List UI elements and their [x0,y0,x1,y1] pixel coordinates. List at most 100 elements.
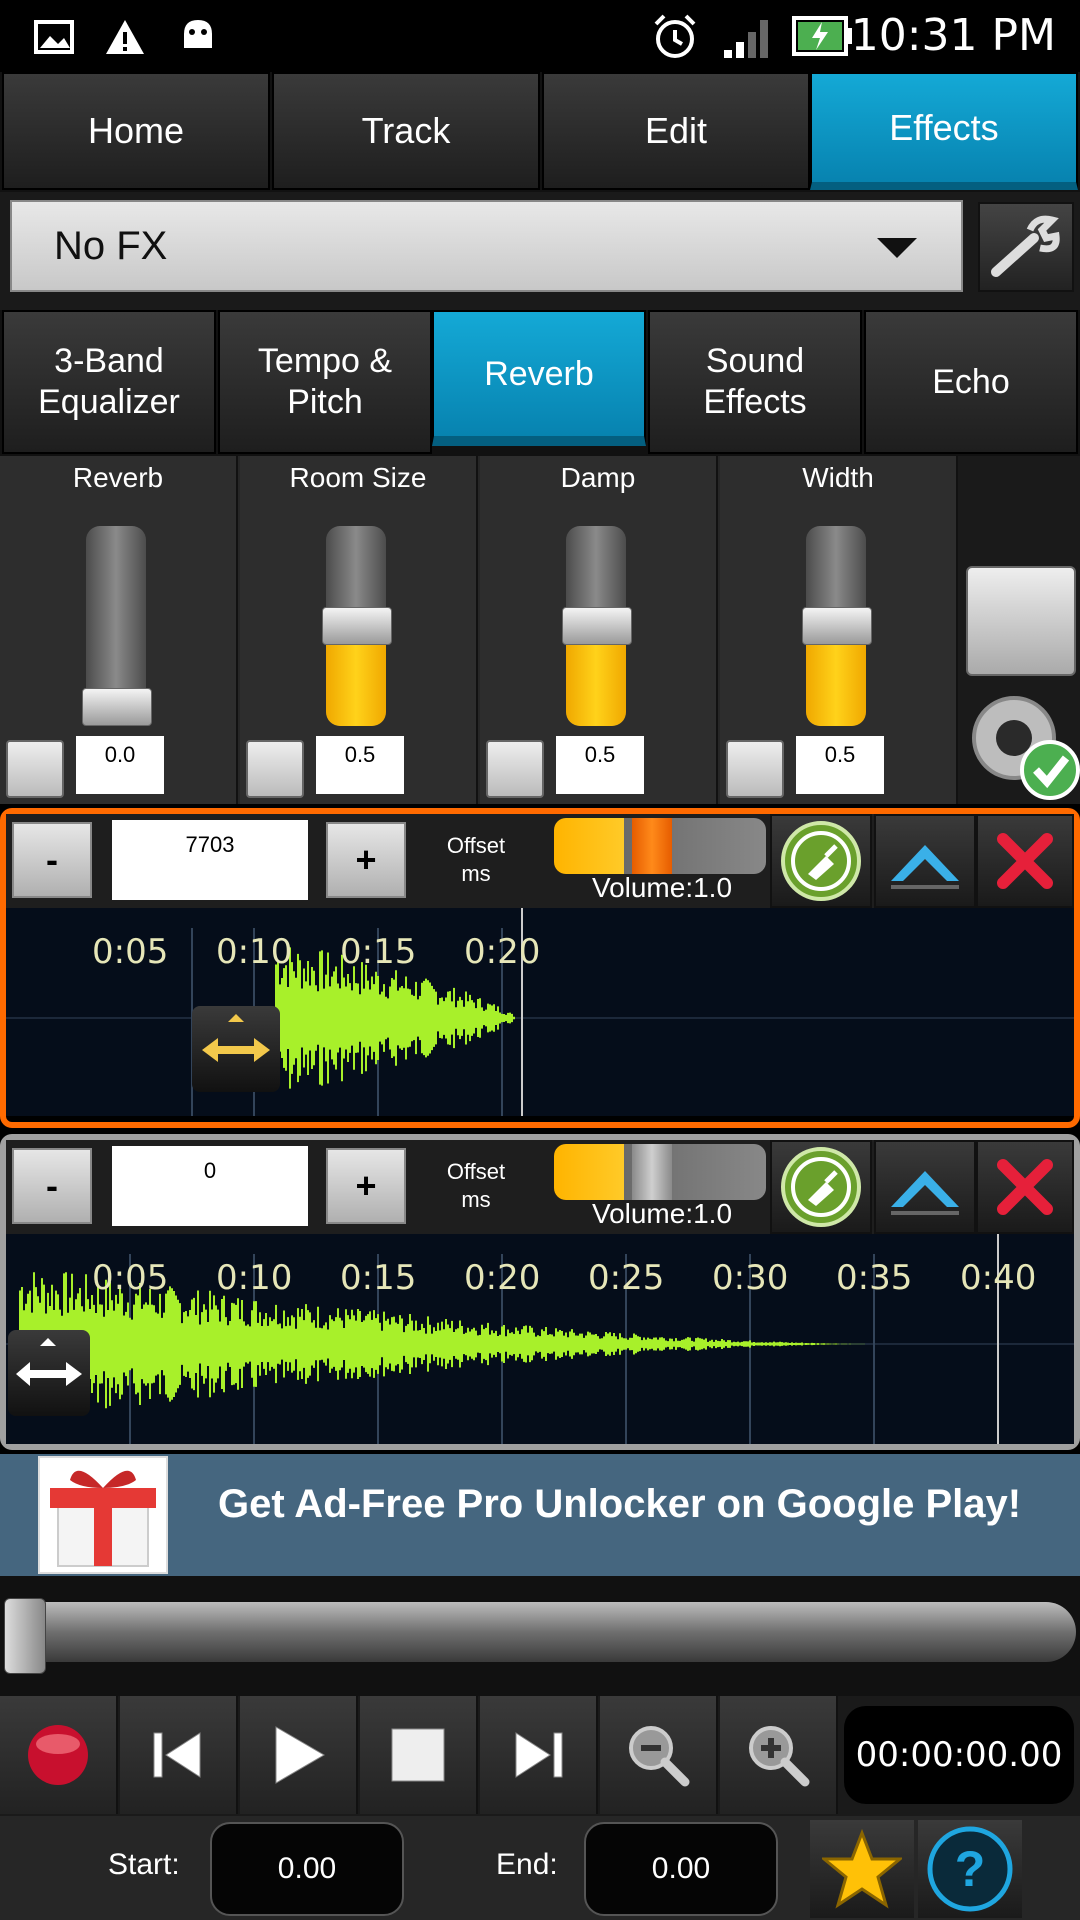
audio-track-2[interactable]: - 0 + Offset ms Volume:1.0 0:05 0:10 0:15… [0,1134,1080,1450]
volume-slider[interactable] [554,1144,766,1200]
delete-track-button[interactable] [976,1140,1074,1234]
slider-column-damp: Damp 0.5 [480,456,718,804]
tab-3-band-equalizer[interactable]: 3-Band Equalizer [2,310,216,454]
offset-decrease-button[interactable]: - [12,1148,92,1224]
offset-label: Offset ms [426,832,526,888]
width-value-field[interactable]: 0.5 [796,736,884,794]
fx-dropdown[interactable]: No FX [10,200,963,292]
end-label: End: [496,1848,558,1881]
wrench-icon [991,215,1060,277]
zoom-out-button[interactable] [600,1696,718,1814]
battery-charging-icon [792,16,852,56]
fx-selector-bar: No FX [0,192,1080,310]
volume-label: Volume:1.0 [591,1198,733,1229]
track-controls: - 0 + Offset ms Volume:1.0 [6,1140,1074,1234]
tab-label-line1: Sound [705,342,805,380]
zoom-in-button[interactable] [720,1696,838,1814]
slider-label: Width [802,462,874,493]
tab-label-line1: 3-Band [54,342,164,380]
reverb-value-field[interactable]: 0.0 [76,736,164,794]
timeline-tick: 0:20 [464,1258,541,1298]
skip-to-end-button[interactable] [480,1696,598,1814]
offset-increase-button[interactable]: + [326,822,406,898]
warning-icon [106,20,144,54]
collapse-track-button[interactable] [874,814,976,908]
timeline-tick: 0:20 [464,932,541,972]
offset-label-line2: ms [461,861,491,886]
svg-text:?: ? [955,1841,986,1897]
slider-thumb[interactable] [82,688,152,726]
fx-settings-button[interactable] [978,202,1074,292]
tab-reverb[interactable]: Reverb [432,310,646,446]
slider-thumb[interactable] [322,607,392,645]
offset-increase-button[interactable]: + [326,1148,406,1224]
audio-track-1[interactable]: - 7703 + Offset ms Volume:1.0 0:05 0:10 0… [0,808,1080,1128]
broom-icon [781,1147,861,1227]
tab-track[interactable]: Track [272,72,540,190]
favorite-button[interactable] [810,1820,914,1918]
end-time-field[interactable]: 0.00 [584,1822,778,1916]
timeline-tick: 0:05 [92,932,169,972]
offset-input[interactable]: 0 [112,1146,308,1226]
clean-track-button[interactable] [770,1140,872,1234]
waveform-view[interactable]: 0:05 0:10 0:15 0:20 [6,908,1074,1116]
reverb-checkbox[interactable] [6,740,64,798]
zoom-in-icon [749,1726,810,1787]
chevron-up-icon [891,1171,959,1215]
delete-track-button[interactable] [976,814,1074,908]
slider-thumb[interactable] [802,607,872,645]
room-size-checkbox[interactable] [246,740,304,798]
help-button[interactable]: ? [918,1820,1022,1918]
tab-sound-effects[interactable]: Sound Effects [648,310,862,454]
tab-label-line1: Echo [932,362,1010,401]
record-button[interactable] [0,1696,118,1814]
damp-checkbox[interactable] [486,740,544,798]
waveform-view[interactable]: 0:05 0:10 0:15 0:20 0:25 0:30 0:35 0:40 [6,1234,1074,1444]
tab-effects[interactable]: Effects [810,72,1078,190]
volume-slider-thumb[interactable] [632,1144,672,1200]
stop-icon [391,1728,445,1782]
tab-echo[interactable]: Echo [864,310,1078,454]
clock: 10:31 PM [850,10,1056,61]
stop-button[interactable] [360,1696,478,1814]
volume-label: Volume:1.0 [591,872,733,903]
volume-slider-thumb[interactable] [632,818,672,874]
close-icon [997,1159,1053,1215]
slider-thumb[interactable] [562,607,632,645]
timeline-tick: 0:15 [340,932,417,972]
move-track-handle[interactable] [8,1330,90,1416]
ad-banner[interactable]: Get Ad-Free Pro Unlocker on Google Play! [0,1454,1080,1576]
offset-label-line2: ms [461,1187,491,1212]
offset-decrease-button[interactable]: - [12,822,92,898]
clean-track-button[interactable] [770,814,872,908]
tab-label-line1: Reverb [484,354,594,393]
horizontal-arrows-icon [16,1338,82,1386]
fx-dropdown-value: No FX [54,223,168,268]
collapse-track-button[interactable] [874,1140,976,1234]
tab-edit[interactable]: Edit [542,72,810,190]
skip-back-icon [153,1732,201,1778]
tab-home[interactable]: Home [2,72,270,190]
alarm-icon [654,14,696,58]
width-checkbox[interactable] [726,740,784,798]
enable-effect-checkbox[interactable] [966,566,1076,676]
timeline-tick: 0:25 [588,1258,665,1298]
offset-input[interactable]: 7703 [112,820,308,900]
main-tab-bar: Home Track Edit Effects [0,72,1080,192]
apply-effect-gear-icon[interactable] [962,686,1080,802]
move-track-handle[interactable] [192,1006,280,1092]
room-size-value-field[interactable]: 0.5 [316,736,404,794]
play-button[interactable] [240,1696,358,1814]
volume-slider[interactable] [554,818,766,874]
start-label: Start: [108,1848,180,1881]
seek-bar[interactable] [6,1602,1076,1662]
timeline-tick: 0:10 [216,1258,293,1298]
tab-tempo-pitch[interactable]: Tempo & Pitch [218,310,432,454]
skip-to-start-button[interactable] [120,1696,238,1814]
gift-icon [38,1456,168,1574]
damp-value-field[interactable]: 0.5 [556,736,644,794]
help-icon: ? [927,1826,1013,1912]
playback-time: 00:00:00.00 [844,1706,1074,1804]
start-time-field[interactable]: 0.00 [210,1822,404,1916]
seek-bar-thumb[interactable] [4,1598,46,1674]
